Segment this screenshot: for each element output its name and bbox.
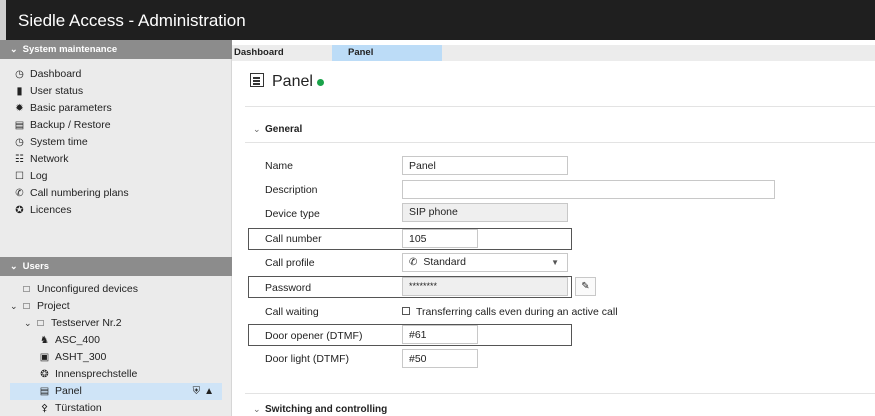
tab-panel[interactable]: Panel (332, 45, 442, 61)
phone-icon: ✆ (15, 188, 24, 199)
call-number-input[interactable] (402, 229, 478, 248)
page-title: Panel (250, 73, 324, 91)
password-field: ******** (402, 277, 568, 296)
sidebar-item-dashboard[interactable]: ◷ Dashboard (13, 66, 81, 83)
sidebar-item-network[interactable]: ☷ Network (13, 151, 69, 168)
divider (245, 142, 875, 143)
phone-icon: ✆ (409, 257, 418, 268)
sidebar-item-basic-parameters[interactable]: ✹ Basic parameters (13, 100, 111, 117)
panel-icon: ▤ (39, 386, 50, 397)
group-switching-controlling[interactable]: ⌄ Switching and controlling (253, 404, 387, 415)
call-waiting-label: Call waiting (265, 306, 319, 318)
folder-icon: □ (23, 284, 30, 295)
tree-item-unconfigured-devices[interactable]: □ Unconfigured devices (10, 281, 138, 298)
dashboard-icon: ◷ (15, 69, 24, 80)
app-header: Siedle Access - Administration (0, 0, 875, 40)
call-number-label: Call number (265, 233, 322, 245)
sidebar-item-system-time[interactable]: ◷ System time (13, 134, 88, 151)
backup-icon: ▤ (14, 120, 25, 131)
tab-bar: Dashboard Panel (232, 45, 875, 61)
intercom-icon: ❂ (40, 369, 49, 380)
caret-down-icon: ▼ (551, 258, 559, 267)
divider (245, 106, 875, 107)
tree-item-panel[interactable]: ▤ Panel ⛨▲ (38, 383, 218, 400)
shield-icon[interactable]: ⛨ (193, 386, 205, 397)
handset-icon: ▣ (39, 352, 50, 363)
sidebar-item-user-status[interactable]: ▮ User status (13, 83, 83, 100)
chevron-down-icon: ⌄ (253, 404, 261, 414)
sidebar: ⌄ System maintenance ◷ Dashboard ▮ User st… (0, 40, 232, 416)
tree-item-asht-300[interactable]: ▣ ASHT_300 (38, 349, 107, 366)
device-icon: ♞ (40, 335, 49, 346)
door-light-label: Door light (DTMF) (265, 353, 350, 365)
user-status-icon: ▮ (16, 86, 23, 97)
call-waiting-option[interactable]: Transferring calls even during an active… (402, 306, 618, 318)
call-waiting-checkbox[interactable] (402, 307, 410, 315)
tree-item-project[interactable]: ⌄ □ Project (10, 298, 70, 315)
password-label: Password (265, 282, 312, 294)
section-system-maintenance[interactable]: ⌄ System maintenance (0, 40, 232, 59)
section-users[interactable]: ⌄ Users (0, 257, 232, 276)
clock-icon: ◷ (15, 137, 24, 148)
key-icon: ⚴ (40, 403, 49, 414)
gear-icon: ✹ (15, 103, 24, 114)
description-input[interactable] (402, 180, 775, 199)
log-icon: ☐ (15, 171, 24, 182)
tree-item-tuerstation[interactable]: ⚴ Türstation (38, 400, 102, 416)
sidebar-item-licences[interactable]: ✪ Licences (13, 202, 71, 219)
chevron-down-icon: ⌄ (253, 124, 261, 134)
device-type-field: SIP phone (402, 203, 568, 222)
status-indicator (316, 79, 324, 86)
tab-dashboard[interactable]: Dashboard (232, 45, 332, 61)
name-label: Name (265, 160, 294, 172)
chevron-down-icon: ⌄ (10, 44, 18, 54)
chevron-down-icon[interactable]: ⌄ (24, 315, 34, 332)
name-input[interactable] (402, 156, 568, 175)
panel-icon (250, 73, 264, 87)
description-label: Description (265, 184, 318, 196)
network-icon: ☷ (15, 154, 24, 165)
device-type-label: Device type (265, 208, 320, 220)
divider (245, 393, 875, 394)
tree-item-asc-400[interactable]: ♞ ASC_400 (38, 332, 100, 349)
door-opener-label: Door opener (DTMF) (265, 330, 363, 342)
edit-password-button[interactable]: ✎ (575, 277, 596, 296)
tree-item-innensprechstelle[interactable]: ❂ Innensprechstelle (38, 366, 137, 383)
door-light-input[interactable] (402, 349, 478, 368)
sidebar-item-backup-restore[interactable]: ▤ Backup / Restore (13, 117, 111, 134)
tree-item-testserver[interactable]: ⌄ □ Testserver Nr.2 (24, 315, 122, 332)
sidebar-item-log[interactable]: ☐ Log (13, 168, 48, 185)
folder-icon: □ (23, 301, 30, 312)
trash-icon[interactable]: ▲ (204, 386, 218, 397)
app-title: Siedle Access - Administration (18, 11, 246, 30)
chevron-down-icon[interactable]: ⌄ (10, 298, 20, 315)
pencil-icon: ✎ (581, 281, 590, 292)
group-general[interactable]: ⌄ General (253, 124, 302, 135)
chevron-down-icon: ⌄ (10, 261, 18, 271)
licence-icon: ✪ (15, 205, 24, 216)
sidebar-item-call-numbering-plans[interactable]: ✆ Call numbering plans (13, 185, 128, 202)
call-profile-label: Call profile (265, 257, 315, 269)
call-profile-select[interactable]: ✆ Standard ▼ (402, 253, 568, 272)
folder-icon: □ (37, 318, 44, 329)
door-opener-input[interactable] (402, 325, 478, 344)
